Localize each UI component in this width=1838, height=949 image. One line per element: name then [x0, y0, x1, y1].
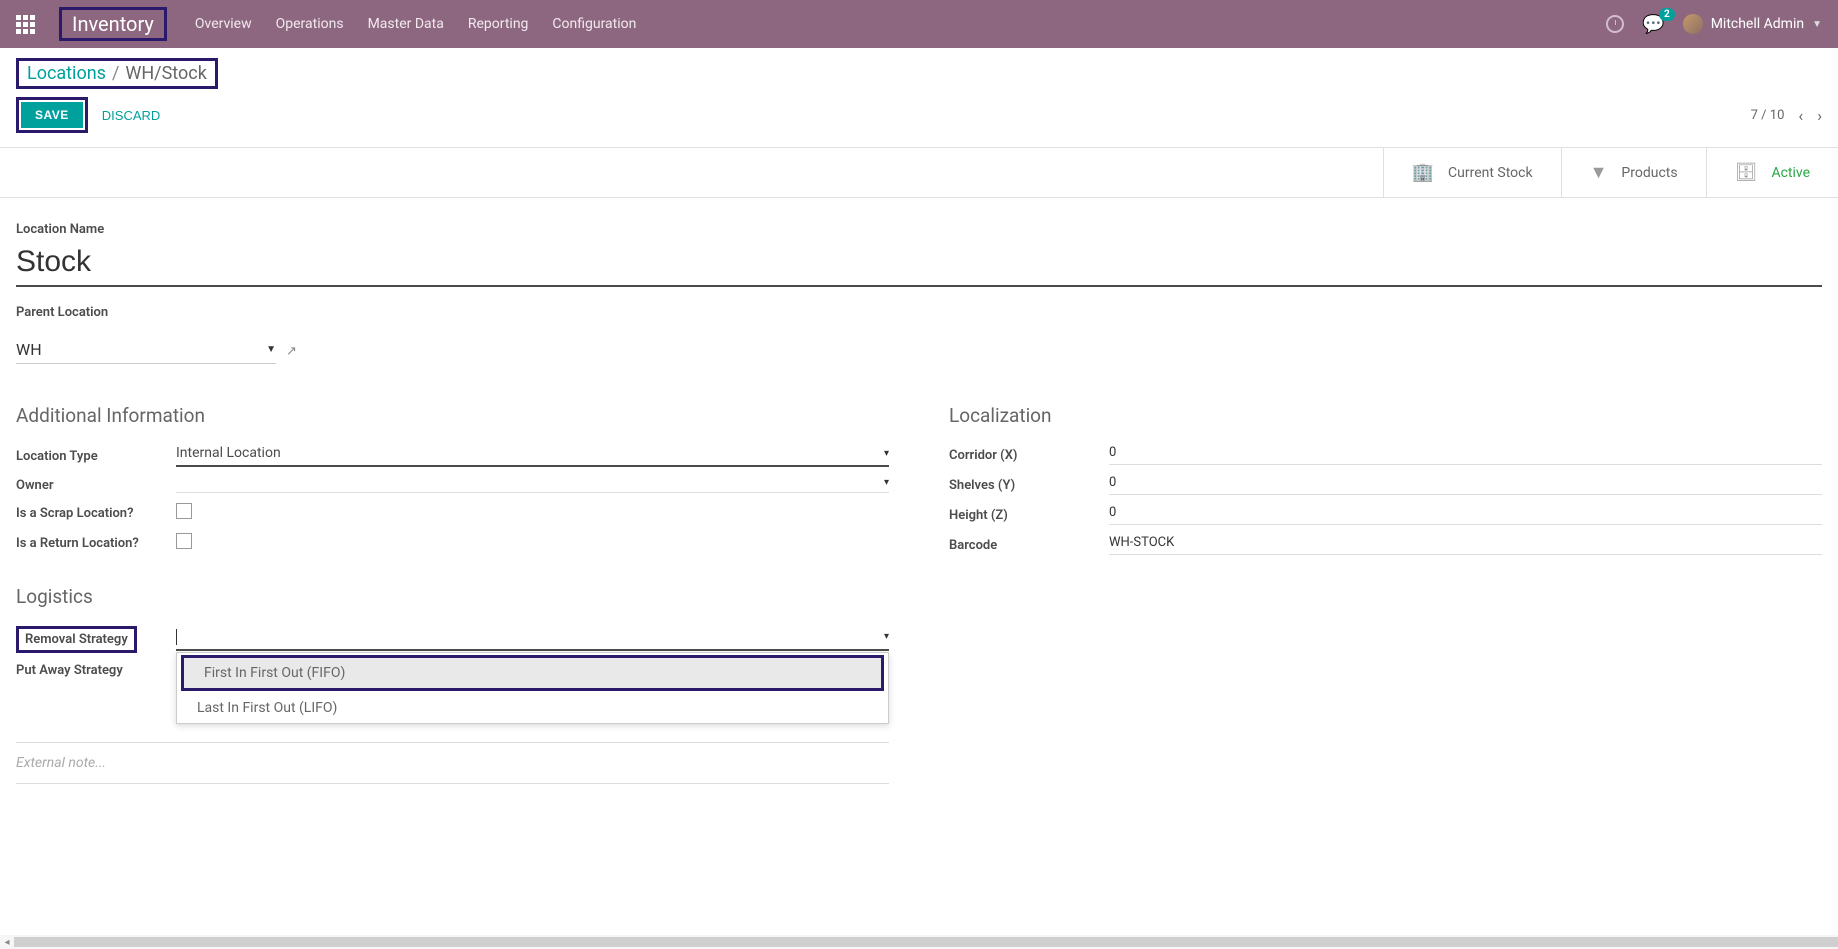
removal-strategy-value: [176, 628, 177, 644]
shelves-input[interactable]: 0: [1109, 475, 1822, 495]
corridor-label: Corridor (X): [949, 448, 1109, 463]
dropdown-option-lifo[interactable]: Last In First Out (LIFO): [177, 693, 888, 723]
breadcrumb: Locations / WH/Stock: [16, 58, 218, 89]
nav-reporting[interactable]: Reporting: [468, 16, 529, 32]
breadcrumb-bar: Locations / WH/Stock: [0, 48, 1838, 93]
messaging-button[interactable]: 💬 2: [1642, 14, 1664, 35]
shelves-label: Shelves (Y): [949, 478, 1109, 493]
app-brand[interactable]: Inventory: [59, 7, 167, 41]
pager-counter: 7 / 10: [1751, 108, 1785, 123]
stat-current-stock-label: Current Stock: [1448, 165, 1533, 181]
height-label: Height (Z): [949, 508, 1109, 523]
breadcrumb-sep: /: [112, 63, 119, 84]
nav-configuration[interactable]: Configuration: [552, 16, 636, 32]
chevron-down-icon: ▾: [884, 631, 889, 642]
breadcrumb-root[interactable]: Locations: [27, 63, 106, 84]
location-name-input[interactable]: [16, 243, 1822, 287]
stat-active-label: Active: [1771, 165, 1810, 181]
scroll-left-icon[interactable]: ◂: [0, 935, 14, 949]
top-right: 💬 2 Mitchell Admin ▼: [1606, 14, 1822, 35]
parent-location-label: Parent Location: [16, 305, 1822, 320]
scrap-label: Is a Scrap Location?: [16, 506, 176, 521]
additional-info-title: Additional Information: [16, 404, 889, 427]
save-highlight: SAVE: [16, 97, 88, 133]
building-icon: 🏢: [1412, 162, 1434, 183]
barcode-input[interactable]: WH-STOCK: [1109, 535, 1822, 555]
avatar: [1683, 14, 1703, 34]
return-checkbox[interactable]: [176, 533, 192, 549]
dropdown-option-fifo[interactable]: First In First Out (FIFO): [184, 658, 881, 688]
owner-select[interactable]: ▾: [176, 477, 889, 493]
breadcrumb-current: WH/Stock: [125, 63, 206, 84]
location-name-label: Location Name: [16, 222, 1822, 237]
height-input[interactable]: 0: [1109, 505, 1822, 525]
user-name: Mitchell Admin: [1711, 16, 1804, 32]
stat-button-row: 🏢 Current Stock ▼ Products 🗄 Active: [0, 148, 1838, 198]
filter-icon: ▼: [1590, 162, 1608, 183]
putaway-strategy-label: Put Away Strategy: [16, 663, 176, 678]
removal-strategy-label-wrap: Removal Strategy: [16, 626, 176, 653]
user-menu[interactable]: Mitchell Admin ▼: [1683, 14, 1822, 34]
owner-label: Owner: [16, 478, 176, 493]
caret-down-icon: ▼: [1812, 19, 1822, 30]
nav-master-data[interactable]: Master Data: [368, 16, 444, 32]
pager-prev[interactable]: ‹: [1798, 106, 1803, 125]
top-nav: Inventory Overview Operations Master Dat…: [0, 0, 1838, 48]
chevron-down-icon: ▾: [884, 448, 889, 459]
removal-strategy-select[interactable]: ▾ First In First Out (FIFO) Last In Firs…: [176, 628, 889, 650]
nav-operations[interactable]: Operations: [276, 16, 344, 32]
pager-next[interactable]: ›: [1817, 106, 1822, 125]
barcode-label: Barcode: [949, 538, 1109, 553]
messages-badge: 2: [1659, 8, 1675, 21]
scrap-checkbox[interactable]: [176, 503, 192, 519]
corridor-input[interactable]: 0: [1109, 445, 1822, 465]
parent-location-value: WH: [16, 340, 42, 359]
nav-menu: Overview Operations Master Data Reportin…: [195, 16, 1606, 32]
nav-overview[interactable]: Overview: [195, 16, 252, 32]
location-type-value: Internal Location: [176, 445, 281, 461]
chevron-down-icon: ▾: [884, 477, 889, 488]
horizontal-scrollbar[interactable]: ◂: [0, 935, 1838, 949]
external-link-icon[interactable]: ↗: [286, 344, 297, 359]
chevron-down-icon: ▼: [266, 344, 276, 355]
removal-strategy-label: Removal Strategy: [16, 626, 137, 653]
apps-icon[interactable]: [16, 15, 35, 34]
scroll-thumb[interactable]: [14, 937, 1838, 947]
stat-current-stock[interactable]: 🏢 Current Stock: [1383, 148, 1561, 197]
pager: 7 / 10 ‹ ›: [1751, 106, 1822, 125]
stat-active[interactable]: 🗄 Active: [1706, 148, 1838, 197]
logistics-title: Logistics: [16, 585, 889, 608]
parent-location-select[interactable]: WH ▼: [16, 338, 276, 364]
location-type-select[interactable]: Internal Location ▾: [176, 445, 889, 467]
archive-icon: 🗄: [1735, 162, 1758, 183]
stat-products-label: Products: [1621, 165, 1677, 181]
removal-strategy-dropdown: First In First Out (FIFO) Last In First …: [176, 652, 889, 724]
location-type-label: Location Type: [16, 449, 176, 464]
save-button[interactable]: SAVE: [21, 102, 83, 128]
localization-title: Localization: [949, 404, 1822, 427]
stat-products[interactable]: ▼ Products: [1561, 148, 1706, 197]
return-label: Is a Return Location?: [16, 536, 176, 551]
clock-icon[interactable]: [1606, 15, 1624, 33]
external-note-input[interactable]: External note...: [16, 742, 889, 784]
discard-button[interactable]: DISCARD: [102, 108, 161, 123]
actions-bar: SAVE DISCARD 7 / 10 ‹ ›: [0, 93, 1838, 147]
